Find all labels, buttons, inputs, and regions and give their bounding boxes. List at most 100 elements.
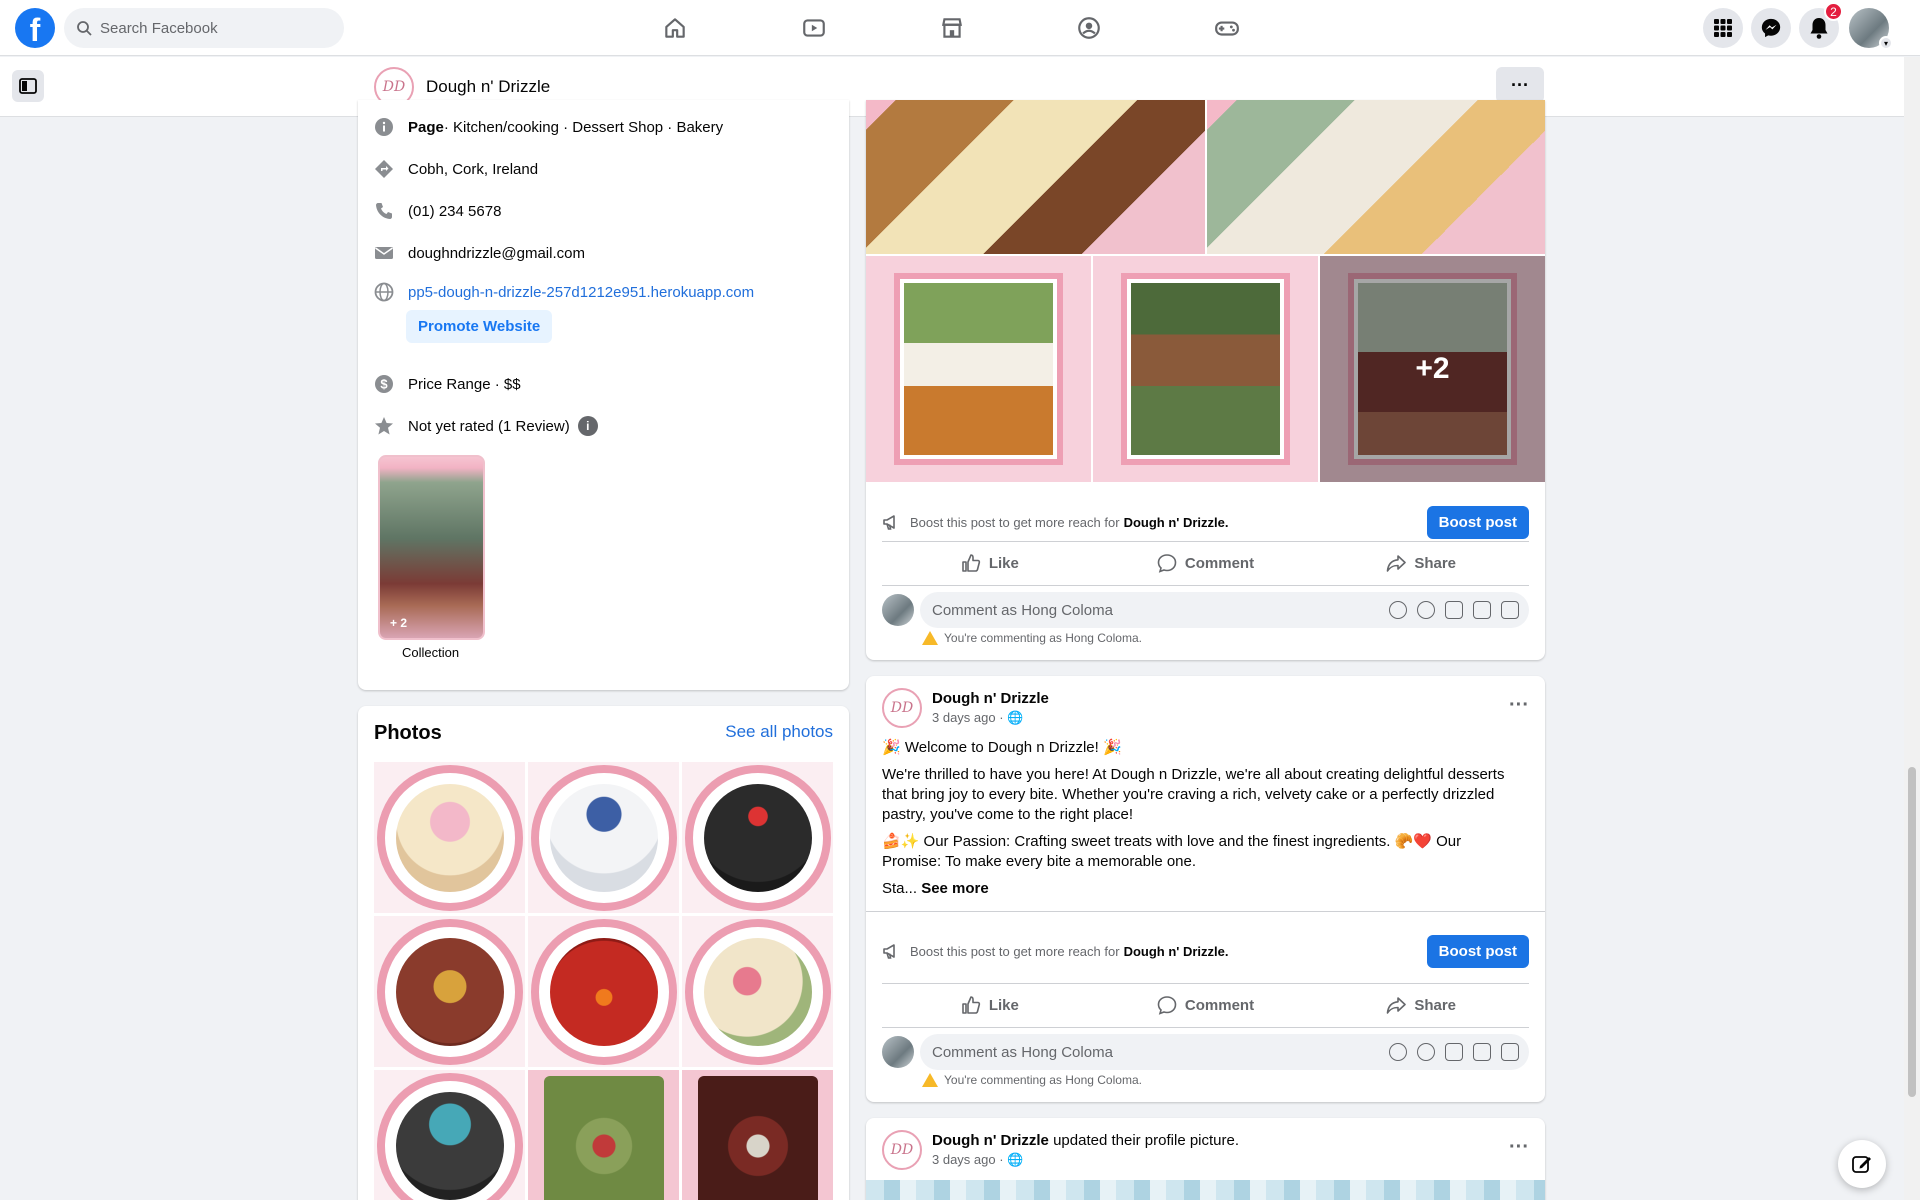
avatar-sticker-icon[interactable] bbox=[1389, 601, 1407, 619]
category-text: · Kitchen/cooking · Dessert Shop · Baker… bbox=[443, 118, 724, 136]
boost-post-button[interactable]: Boost post bbox=[1426, 506, 1529, 539]
sidebar-toggle-icon[interactable] bbox=[12, 70, 44, 102]
like-label: Like bbox=[988, 554, 1019, 572]
post-author-avatar[interactable]: DD bbox=[882, 688, 922, 728]
emoji-icon[interactable] bbox=[1417, 1043, 1435, 1061]
sticker-icon[interactable] bbox=[1501, 1043, 1519, 1061]
sticker-icon[interactable] bbox=[1501, 601, 1519, 619]
post-card: +2 Boost this post to get more reach for… bbox=[866, 100, 1545, 660]
gallery-photo-macarons[interactable] bbox=[1206, 100, 1545, 254]
like-button[interactable]: Like bbox=[882, 987, 1098, 1023]
boost-text: Boost this post to get more reach for bbox=[910, 943, 1120, 959]
post-text: 🎉 Welcome to Dough n Drizzle! 🎉 We're th… bbox=[882, 738, 1522, 906]
post-author-avatar[interactable]: DD bbox=[882, 1130, 922, 1170]
messenger-icon[interactable] bbox=[1751, 8, 1791, 48]
gallery-photo-pastries[interactable] bbox=[866, 100, 1205, 254]
marketplace-icon[interactable] bbox=[924, 10, 980, 46]
boost-text: Boost this post to get more reach for bbox=[910, 514, 1120, 530]
comment-placeholder: Comment as Hong Coloma bbox=[932, 1043, 1113, 1061]
gallery-photo-dessert-table[interactable] bbox=[866, 256, 1091, 482]
photo-iron-man-cake[interactable] bbox=[374, 916, 525, 1067]
gaming-icon[interactable] bbox=[1199, 10, 1255, 46]
divider bbox=[882, 1027, 1529, 1028]
home-icon[interactable] bbox=[647, 10, 703, 46]
gif-icon[interactable] bbox=[1473, 1043, 1491, 1061]
like-button[interactable]: Like bbox=[882, 545, 1098, 581]
rating-info-icon[interactable]: i bbox=[577, 416, 598, 436]
post-timestamp[interactable]: 3 days ago · 🌐 bbox=[932, 710, 1049, 726]
photo-floral-cake[interactable] bbox=[682, 916, 833, 1067]
post-author-name[interactable]: Dough n' Drizzle bbox=[932, 1132, 1049, 1149]
menu-grid-icon[interactable] bbox=[1703, 8, 1743, 48]
watch-icon[interactable] bbox=[786, 10, 842, 46]
megaphone-icon bbox=[883, 944, 895, 959]
gif-icon[interactable] bbox=[1473, 601, 1491, 619]
website-link[interactable]: pp5-dough-n-drizzle-257d1212e951.herokua… bbox=[408, 284, 754, 301]
share-label: Share bbox=[1414, 996, 1457, 1014]
gallery-photo-more[interactable]: +2 bbox=[1320, 256, 1545, 482]
comment-input[interactable]: Comment as Hong Coloma bbox=[920, 592, 1529, 628]
search-icon bbox=[77, 21, 92, 36]
page-scrollbar[interactable] bbox=[1904, 57, 1920, 1200]
share-button[interactable]: Share bbox=[1313, 545, 1529, 581]
photo-paw-patrol-cake[interactable] bbox=[528, 762, 679, 913]
camera-icon[interactable] bbox=[1445, 601, 1463, 619]
photo-demon-slayer-cake[interactable] bbox=[374, 1070, 525, 1200]
search-input[interactable] bbox=[100, 19, 330, 37]
price-range-text: Price Range · $$ bbox=[408, 375, 521, 393]
thumbs-up-icon bbox=[962, 554, 980, 572]
post-author-name[interactable]: Dough n' Drizzle bbox=[932, 690, 1049, 707]
commenter-avatar[interactable] bbox=[882, 1036, 914, 1068]
photo-matcha-box[interactable] bbox=[528, 1070, 679, 1200]
boost-page-name: Dough n' Drizzle. bbox=[1123, 514, 1229, 530]
comment-button[interactable]: Comment bbox=[1098, 545, 1314, 581]
share-button[interactable]: Share bbox=[1313, 987, 1529, 1023]
info-icon bbox=[374, 117, 394, 137]
post-options-icon[interactable]: ··· bbox=[1509, 694, 1529, 717]
post-gallery-top bbox=[866, 100, 1545, 254]
promote-website-button[interactable]: Promote Website bbox=[406, 310, 553, 343]
camera-icon[interactable] bbox=[1445, 1043, 1463, 1061]
scrollbar-thumb[interactable] bbox=[1908, 767, 1916, 1097]
comment-icon bbox=[1157, 554, 1177, 573]
see-more-link[interactable]: See more bbox=[921, 880, 989, 897]
account-avatar[interactable]: ▾ bbox=[1849, 8, 1893, 50]
photo-strawberry-box[interactable] bbox=[682, 1070, 833, 1200]
emoji-icon[interactable] bbox=[1417, 601, 1435, 619]
more-options-button[interactable]: ··· bbox=[1496, 67, 1544, 103]
post-options-icon[interactable]: ··· bbox=[1509, 1136, 1529, 1159]
page-title[interactable]: Dough n' Drizzle bbox=[426, 77, 550, 97]
post-line: We're thrilled to have you here! At Doug… bbox=[882, 766, 1505, 823]
new-message-button[interactable] bbox=[1838, 1140, 1886, 1188]
post-timestamp[interactable]: 3 days ago · 🌐 bbox=[932, 1152, 1239, 1168]
search-box[interactable] bbox=[64, 8, 344, 48]
avatar-sticker-icon[interactable] bbox=[1389, 1043, 1407, 1061]
boost-row: Boost this post to get more reach for Dou… bbox=[882, 935, 1529, 968]
photo-elmo-cake[interactable] bbox=[528, 916, 679, 1067]
phone-row: (01) 234 5678 bbox=[374, 201, 501, 221]
comment-input[interactable]: Comment as Hong Coloma bbox=[920, 1034, 1529, 1070]
gallery-photo-outdoor-spread[interactable] bbox=[1093, 256, 1318, 482]
compose-icon bbox=[1852, 1156, 1871, 1173]
boost-row: Boost this post to get more reach for Dou… bbox=[882, 506, 1529, 539]
divider bbox=[866, 911, 1545, 912]
phone-icon bbox=[374, 201, 394, 221]
commenting-as-notice: You're commenting as Hong Coloma. bbox=[922, 631, 1142, 645]
comment-button[interactable]: Comment bbox=[1098, 987, 1314, 1023]
boost-post-button[interactable]: Boost post bbox=[1426, 935, 1529, 968]
see-all-photos-link[interactable]: See all photos bbox=[725, 722, 833, 742]
star-icon bbox=[374, 416, 394, 436]
facebook-logo-icon[interactable]: f bbox=[15, 8, 55, 48]
phone-text: (01) 234 5678 bbox=[408, 202, 502, 220]
commenter-avatar[interactable] bbox=[882, 594, 914, 626]
email-text[interactable]: doughndrizzle@gmail.com bbox=[408, 245, 585, 262]
post-header: DD Dough n' Drizzle updated their profil… bbox=[882, 1130, 1239, 1170]
groups-icon[interactable] bbox=[1061, 10, 1117, 46]
collection-thumbnail[interactable]: + 2 bbox=[378, 455, 485, 640]
comment-tools bbox=[1389, 601, 1519, 619]
commenting-as-notice: You're commenting as Hong Coloma. bbox=[922, 1073, 1142, 1087]
notifications-icon[interactable]: 2 bbox=[1799, 2, 1843, 48]
post-image[interactable] bbox=[866, 1180, 1545, 1200]
photo-unicorn-cake[interactable] bbox=[374, 762, 525, 913]
photo-jordan-cake[interactable] bbox=[682, 762, 833, 913]
